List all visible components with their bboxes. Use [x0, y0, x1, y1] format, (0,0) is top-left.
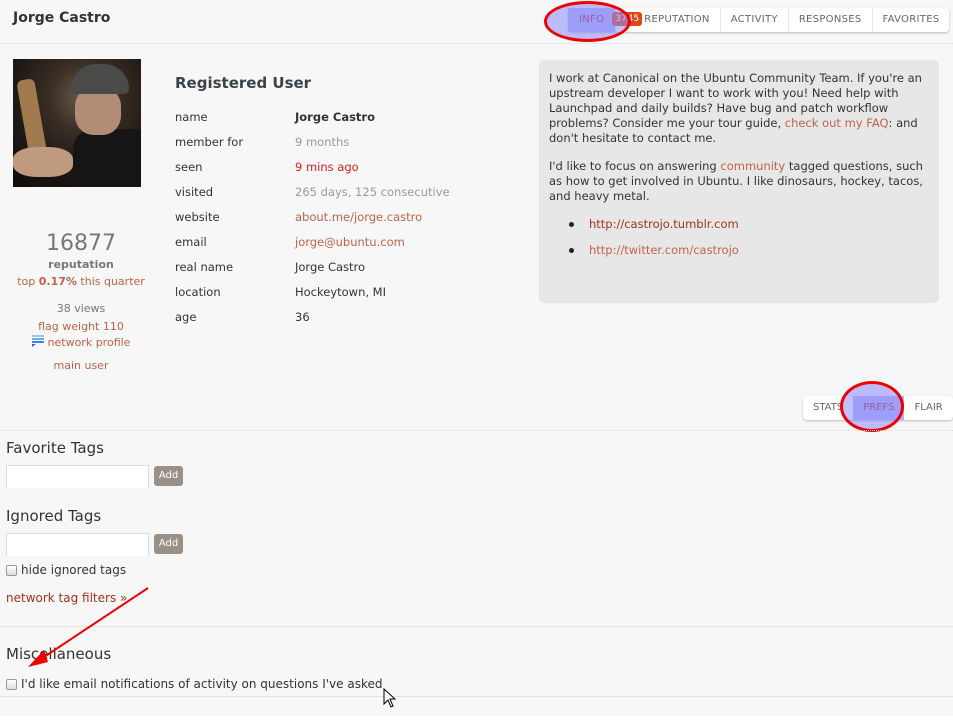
user-details-table: name Jorge Castro member for 9 months seen… [175, 104, 450, 329]
network-tag-filters-link[interactable]: network tag filters » [6, 591, 127, 605]
email-notification-label: I'd like email notifications of activity… [21, 677, 383, 691]
page-bottom [0, 716, 953, 728]
list-item: http://twitter.com/castrojo [569, 243, 929, 258]
network-profile-label: network profile [47, 335, 131, 349]
bio-text: I'd like to focus on answering [549, 159, 721, 173]
community-tag-link[interactable]: community [720, 159, 785, 173]
profile-header: Jorge Castro INFO 3745 REPUTATION ACTIVI… [0, 0, 953, 44]
subtab-flair[interactable]: FLAIR [904, 396, 952, 420]
network-profile-link[interactable]: network profile [0, 335, 162, 349]
email-link[interactable]: jorge@ubuntu.com [295, 235, 405, 249]
reputation-label: reputation [48, 258, 114, 271]
detail-row-member-for: member for 9 months [175, 129, 450, 154]
detail-row-visited: visited 265 days, 125 consecutive [175, 179, 450, 204]
add-ignored-tag-button[interactable]: Add [154, 534, 183, 554]
detail-value: 36 [295, 309, 310, 324]
detail-row-website: website about.me/jorge.castro [175, 204, 450, 229]
detail-row-email: email jorge@ubuntu.com [175, 229, 450, 254]
flag-weight-link[interactable]: flag weight 110 [0, 320, 162, 333]
detail-value: Hockeytown, MI [295, 284, 387, 299]
detail-value: Jorge Castro [295, 109, 376, 124]
detail-key: real name [175, 259, 234, 274]
list-item: http://castrojo.tumblr.com [569, 217, 929, 232]
bio-paragraph: I work at Canonical on the Ubuntu Commun… [549, 71, 929, 146]
detail-key: website [175, 209, 220, 224]
subtab-stats[interactable]: STATS [803, 396, 853, 420]
tab-responses[interactable]: RESPONSES [787, 8, 872, 32]
user-type-heading: Registered User [175, 74, 312, 92]
ignored-tags-heading: Ignored Tags [6, 507, 102, 525]
tab-reputation[interactable]: 3745 REPUTATION [612, 8, 719, 32]
rank-prefix: top [17, 275, 39, 288]
detail-value: 9 mins ago [295, 159, 359, 174]
bio-paragraph: I'd like to focus on answering community… [549, 159, 929, 204]
rank-value: 0.17% [38, 275, 77, 288]
tab-favorites[interactable]: FAVORITES [871, 8, 950, 32]
detail-key: member for [175, 134, 244, 149]
faq-link[interactable]: check out my FAQ [785, 116, 889, 130]
reputation-count: 16877 [46, 231, 116, 256]
reputation-summary: 16877 reputation top 0.17% this quarter … [0, 230, 162, 372]
tumblr-link[interactable]: http://castrojo.tumblr.com [589, 217, 739, 231]
detail-key: age [175, 309, 197, 324]
tab-activity[interactable]: ACTIVITY [719, 8, 788, 32]
detail-row-name: name Jorge Castro [175, 104, 450, 129]
profile-subtabs: STATS PREFS FLAIR [803, 396, 953, 420]
detail-key: seen [175, 159, 203, 174]
detail-value: 9 months [295, 134, 350, 149]
detail-key: visited [175, 184, 214, 199]
tab-info[interactable]: INFO [568, 8, 616, 32]
detail-value: 265 days, 125 consecutive [295, 184, 450, 199]
stack-exchange-icon [31, 335, 44, 349]
website-link[interactable]: about.me/jorge.castro [295, 210, 422, 224]
miscellaneous-heading: Miscellaneous [6, 645, 112, 663]
hide-ignored-tags-option: hide ignored tags [6, 563, 126, 577]
add-favorite-tag-button[interactable]: Add [154, 466, 183, 486]
detail-row-location: location Hockeytown, MI [175, 279, 450, 304]
avatar [13, 59, 141, 187]
subtab-prefs[interactable]: PREFS [853, 396, 905, 420]
detail-row-seen: seen 9 mins ago [175, 154, 450, 179]
email-notification-option: I'd like email notifications of activity… [6, 677, 382, 691]
mouse-cursor-icon [383, 688, 397, 708]
email-notification-checkbox[interactable] [6, 678, 17, 690]
rank-suffix: this quarter [76, 275, 145, 288]
detail-key: location [175, 284, 221, 299]
reputation-rank-link[interactable]: top 0.17% this quarter [0, 275, 162, 288]
main-user-link[interactable]: main user [0, 359, 162, 372]
ignored-tags-input[interactable] [6, 533, 149, 556]
user-display-name: Jorge Castro [13, 10, 111, 26]
profile-views: 38 views [56, 302, 106, 315]
tab-reputation-label: REPUTATION [644, 14, 710, 25]
about-me-box: I work at Canonical on the Ubuntu Commun… [539, 60, 939, 303]
section-divider [0, 430, 953, 431]
detail-row-age: age 36 [175, 304, 450, 329]
detail-key: email [175, 234, 207, 249]
favorite-tags-heading: Favorite Tags [6, 439, 104, 457]
profile-tabs: INFO 3745 REPUTATION ACTIVITY RESPONSES … [568, 8, 950, 32]
hide-ignored-tags-label: hide ignored tags [21, 563, 127, 577]
detail-value: Jorge Castro [295, 259, 366, 274]
detail-row-real-name: real name Jorge Castro [175, 254, 450, 279]
favorite-tags-input[interactable] [6, 465, 149, 488]
section-divider [0, 696, 953, 697]
section-divider [0, 626, 953, 627]
twitter-link[interactable]: http://twitter.com/castrojo [589, 243, 739, 257]
bio-link-list: http://castrojo.tumblr.com http://twitte… [549, 217, 929, 258]
reputation-badge: 3745 [612, 12, 643, 26]
hide-ignored-tags-checkbox[interactable] [6, 564, 17, 576]
detail-key: name [175, 109, 208, 124]
